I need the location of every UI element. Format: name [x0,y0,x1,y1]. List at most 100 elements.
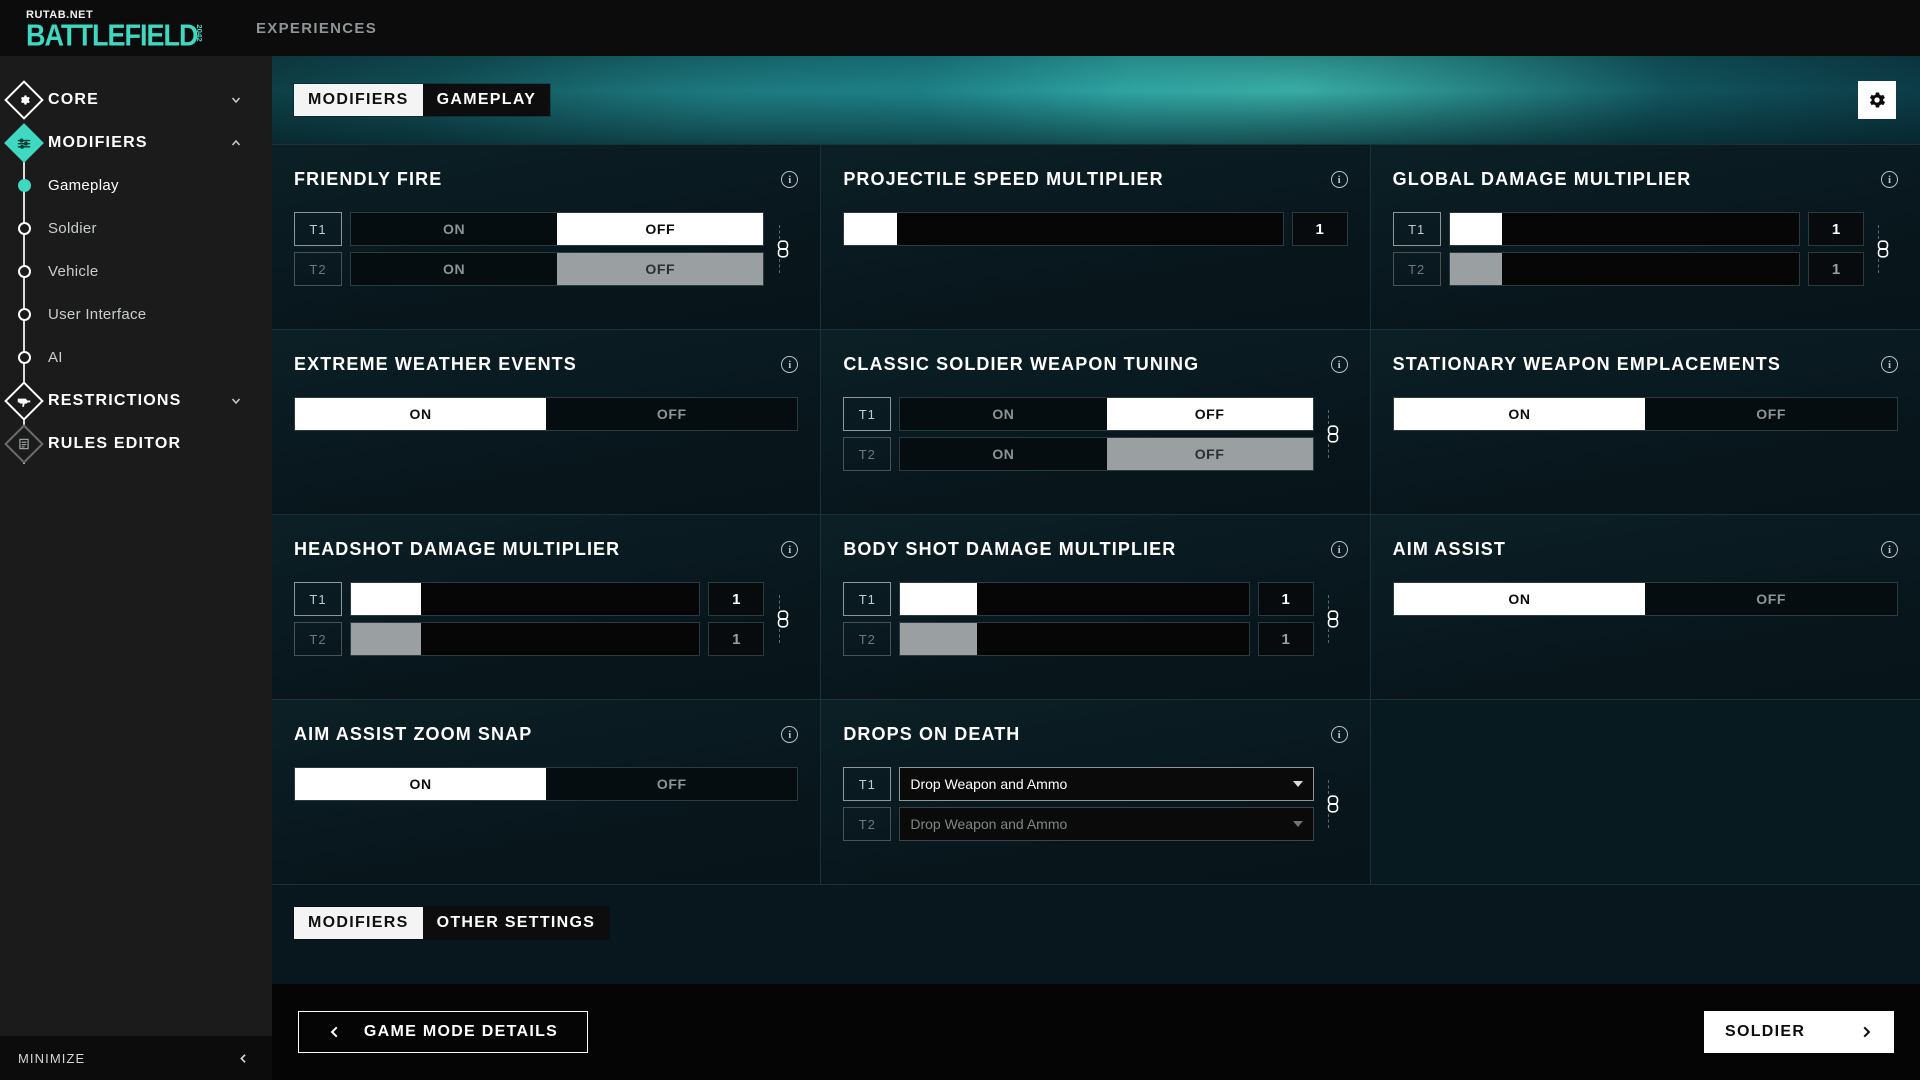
toggle-option-off[interactable]: OFF [557,213,764,245]
control-rows: T1 1 T2 1 [294,582,798,656]
link-teams-icon[interactable] [770,582,796,656]
info-icon[interactable]: i [1880,356,1898,373]
link-teams-icon[interactable] [770,212,796,286]
toggle-option-off[interactable]: OFF [1645,398,1897,430]
sidebar-item-restrictions[interactable]: RESTRICTIONS [0,379,272,422]
link-teams-icon[interactable] [1320,397,1346,471]
ai-marker [0,351,48,364]
toggle-option-on[interactable]: ON [1393,583,1646,615]
slider-value-t1[interactable]: 1 [1807,212,1864,246]
card-title: AIM ASSIST [1392,539,1506,559]
info-icon[interactable]: i [1330,171,1348,188]
slider-track-t2[interactable] [899,622,1250,656]
card-drops-on-death: DROPS ON DEATH i T1 Drop Weapon and Ammo [821,700,1371,885]
footer-bar: GAME MODE DETAILS SOLDIER [272,984,1920,1080]
toggle-option-on[interactable]: ON [295,768,547,800]
brand-logo: RUTAB.NET BATTLEFIELD 2042 [26,9,202,50]
minimize-button[interactable]: MINIMIZE [0,1036,272,1080]
vehicle-marker [0,265,48,278]
dot-icon [17,351,31,364]
breadcrumb-gameplay[interactable]: GAMEPLAY [422,84,551,116]
info-icon[interactable]: i [1880,541,1898,558]
card-title: CLASSIC SOLDIER WEAPON TUNING [843,354,1200,374]
slider-value-t2[interactable]: 1 [1807,252,1864,286]
toggle-option-on[interactable]: ON [900,438,1107,470]
team-badge-t1[interactable]: T1 [843,582,892,616]
slider-value-t2[interactable]: 1 [1257,622,1314,656]
control-rows: T1 Drop Weapon and Ammo T2 Drop Weapon a… [843,767,1347,841]
slider-track[interactable] [843,212,1284,246]
slider-value-t1[interactable]: 1 [1257,582,1314,616]
sidebar-label-user-interface: User Interface [48,306,147,323]
link-dash-bottom [1328,814,1337,828]
info-icon[interactable]: i [1330,356,1348,373]
card-aim-assist: AIM ASSIST i ON OFF [1370,515,1920,700]
toggle-option-off[interactable]: OFF [546,768,798,800]
slider-track-t1[interactable] [899,582,1250,616]
toggle-option-off[interactable]: OFF [1106,398,1313,430]
sidebar-item-vehicle[interactable]: Vehicle [0,250,272,293]
chevron-down-icon[interactable] [230,94,242,106]
toggle-option-on[interactable]: ON [351,253,558,285]
toggle-option-on[interactable]: ON [900,398,1107,430]
sidebar-item-rules-editor[interactable]: RULES EDITOR [0,422,272,465]
sidebar-item-gameplay[interactable]: Gameplay [0,164,272,207]
slider-track-t2[interactable] [1448,252,1800,286]
dot-icon [17,179,31,192]
team-badge-t2[interactable]: T2 [294,252,342,286]
team-badge-t1[interactable]: T1 [1392,212,1441,246]
dropdown-t2[interactable]: Drop Weapon and Ammo [899,807,1314,841]
team-badge-t1[interactable]: T1 [294,212,342,246]
team-badge-t2[interactable]: T2 [294,622,342,656]
control-row-t1: T1 ON OFF [843,397,1314,431]
slider-value-t2[interactable]: 1 [708,622,765,656]
sidebar-item-soldier[interactable]: Soldier [0,207,272,250]
sidebar-item-ai[interactable]: AI [0,336,272,379]
chevron-down-icon[interactable] [230,395,242,407]
toggle-option-on[interactable]: ON [1393,398,1646,430]
dropdown-t1[interactable]: Drop Weapon and Ammo [899,767,1314,801]
toggle-option-on[interactable]: ON [295,398,547,430]
game-mode-details-button[interactable]: GAME MODE DETAILS [298,1011,588,1053]
team-badge-t2[interactable]: T2 [843,622,892,656]
link-teams-icon[interactable] [1320,582,1346,656]
link-teams-icon[interactable] [1320,767,1346,841]
team-badge-t2[interactable]: T2 [843,437,892,471]
info-icon[interactable]: i [1330,726,1348,743]
info-icon[interactable]: i [1880,171,1898,188]
slider-track-t2[interactable] [350,622,701,656]
sidebar-item-core[interactable]: CORE [0,78,272,121]
sidebar-label-restrictions: RESTRICTIONS [48,391,182,409]
slider-fill [900,583,977,615]
link-teams-icon[interactable] [1870,212,1896,286]
soldier-next-button[interactable]: SOLDIER [1704,1011,1894,1053]
sidebar-item-modifiers[interactable]: MODIFIERS [0,121,272,164]
settings-grid: FRIENDLY FIRE i T1 ON OFF T2 ON OFF PROJ… [272,144,1920,885]
chevron-up-icon[interactable] [230,137,242,149]
settings-gear-button[interactable] [1858,81,1896,119]
slider-value[interactable]: 1 [1291,212,1348,246]
slider-track-t1[interactable] [1448,212,1800,246]
team-badge-t2[interactable]: T2 [1392,252,1441,286]
info-icon[interactable]: i [1330,541,1348,558]
tab-other-settings[interactable]: OTHER SETTINGS [422,907,610,939]
toggle-option-on[interactable]: ON [351,213,558,245]
toggle-option-off[interactable]: OFF [1106,438,1313,470]
sidebar-item-user-interface[interactable]: User Interface [0,293,272,336]
card-title: STATIONARY WEAPON EMPLACEMENTS [1392,354,1781,374]
toggle-option-off[interactable]: OFF [1645,583,1897,615]
sidebar: CORE MODIFIERS Gameplay Soldier Vehicle … [0,56,272,1080]
toggle-option-off[interactable]: OFF [546,398,798,430]
team-badge-t1[interactable]: T1 [294,582,342,616]
breadcrumb-modifiers[interactable]: MODIFIERS [294,84,423,116]
toggle-option-off[interactable]: OFF [557,253,764,285]
team-badge-t2[interactable]: T2 [843,807,892,841]
tab-modifiers[interactable]: MODIFIERS [294,907,423,939]
top-nav-item-experiences[interactable]: EXPERIENCES [246,14,387,43]
slider-value-t1[interactable]: 1 [708,582,765,616]
slider-track-t1[interactable] [350,582,701,616]
team-badge-t1[interactable]: T1 [843,767,892,801]
logo-year: 2042 [195,23,202,42]
team-badge-t1[interactable]: T1 [843,397,892,431]
control-rows: 1 [843,212,1348,246]
